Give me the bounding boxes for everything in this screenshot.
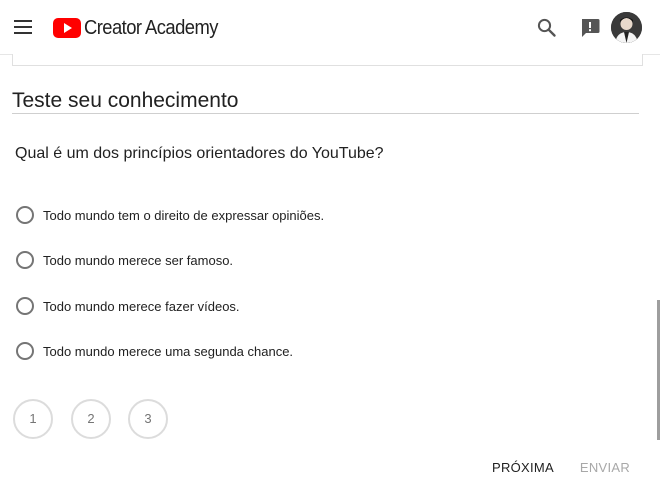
send-button[interactable]: ENVIAR xyxy=(574,456,636,480)
question-page-3[interactable]: 3 xyxy=(128,399,168,439)
answer-option-4[interactable]: Todo mundo merece uma segunda chance. xyxy=(16,341,293,361)
question-page-2[interactable]: 2 xyxy=(71,399,111,439)
answer-label: Todo mundo merece fazer vídeos. xyxy=(43,298,240,314)
answer-option-3[interactable]: Todo mundo merece fazer vídeos. xyxy=(16,296,240,316)
title-divider xyxy=(12,113,639,114)
brand-name: Creator Academy xyxy=(84,16,218,39)
section-title: Teste seu conhecimento xyxy=(12,89,239,112)
creator-academy-logo[interactable]: Creator Academy xyxy=(53,16,230,40)
top-app-bar: Creator Academy xyxy=(0,0,660,55)
answer-option-1[interactable]: Todo mundo tem o direito de expressar op… xyxy=(16,205,324,225)
radio-button[interactable] xyxy=(16,297,34,315)
radio-button[interactable] xyxy=(16,342,34,360)
answer-option-2[interactable]: Todo mundo merece ser famoso. xyxy=(16,250,233,270)
radio-button[interactable] xyxy=(16,206,34,224)
youtube-play-icon xyxy=(53,18,81,38)
hamburger-menu-icon[interactable] xyxy=(12,17,34,37)
previous-card-bottom xyxy=(12,54,643,66)
answer-label: Todo mundo tem o direito de expressar op… xyxy=(43,207,325,223)
answer-label: Todo mundo merece uma segunda chance. xyxy=(43,343,294,359)
feedback-icon[interactable] xyxy=(579,17,601,39)
radio-button[interactable] xyxy=(16,251,34,269)
search-icon[interactable] xyxy=(536,17,558,39)
question-page-1[interactable]: 1 xyxy=(13,399,53,439)
quiz-question: Qual é um dos princípios orientadores do… xyxy=(15,145,384,162)
answer-label: Todo mundo merece ser famoso. xyxy=(43,252,234,268)
user-avatar[interactable] xyxy=(611,12,642,43)
next-button[interactable]: PRÓXIMA xyxy=(487,456,559,480)
